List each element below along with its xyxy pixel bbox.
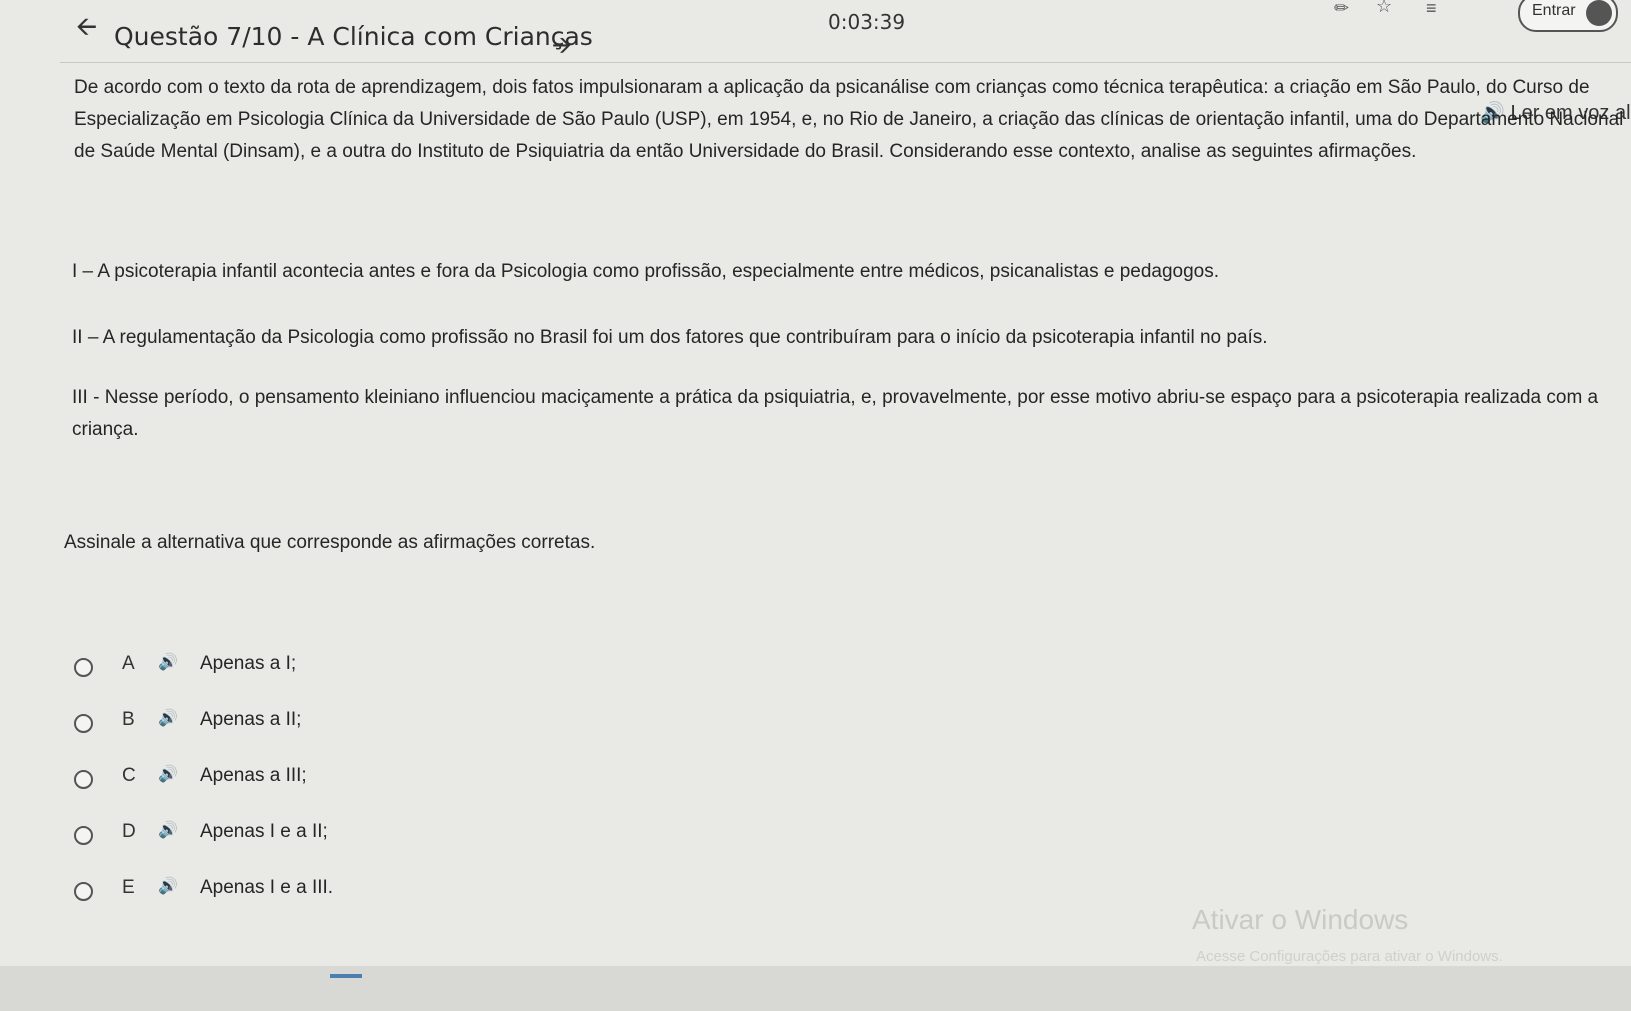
speaker-icon[interactable]: 🔊: [158, 876, 178, 896]
option-text: Apenas a III;: [200, 765, 307, 786]
login-label: Entrar: [1532, 2, 1576, 19]
radio-button[interactable]: [74, 882, 93, 901]
windows-watermark-subtitle: Acesse Configurações para ativar o Windo…: [1196, 948, 1503, 965]
question-text: De acordo com o texto da rota de aprendi…: [74, 77, 1624, 162]
option-letter: B: [122, 709, 135, 730]
question-prompt: Assinale a alternativa que corresponde a…: [64, 532, 596, 553]
radio-button[interactable]: [74, 826, 93, 845]
page-title: Questão 7/10 - A Clínica com Crianças: [114, 22, 593, 51]
arrow-left-icon[interactable]: 🡨: [76, 8, 97, 52]
statement-2: II – A regulamentação da Psicologia como…: [72, 327, 1268, 348]
speaker-icon[interactable]: 🔊: [158, 764, 178, 784]
pen-icon[interactable]: ✏: [1334, 0, 1349, 19]
option-letter: A: [122, 653, 135, 674]
option-letter: E: [122, 877, 135, 898]
timer: 0:03:39: [828, 10, 906, 34]
speaker-icon[interactable]: 🔊: [158, 820, 178, 840]
option-text: Apenas a II;: [200, 709, 302, 730]
option-a[interactable]: A 🔊 Apenas a I;: [60, 650, 340, 694]
taskbar-active-indicator: [330, 974, 362, 978]
option-text: Apenas I e a II;: [200, 821, 328, 842]
login-button[interactable]: Entrar: [1518, 0, 1618, 32]
favorites-icon[interactable]: ≡: [1426, 0, 1437, 19]
option-e[interactable]: E 🔊 Apenas I e a III.: [60, 874, 340, 918]
speaker-icon[interactable]: 🔊: [158, 652, 178, 672]
option-d[interactable]: D 🔊 Apenas I e a II;: [60, 818, 340, 862]
radio-button[interactable]: [74, 714, 93, 733]
avatar-icon: [1586, 0, 1612, 26]
option-b[interactable]: B 🔊 Apenas a II;: [60, 706, 340, 750]
statement-1: I – A psicoterapia infantil acontecia an…: [72, 261, 1220, 282]
windows-watermark-title: Ativar o Windows: [1192, 904, 1409, 935]
radio-button[interactable]: [74, 658, 93, 677]
option-text: Apenas I e a III.: [200, 877, 334, 898]
option-c[interactable]: C 🔊 Apenas a III;: [60, 762, 340, 806]
option-text: Apenas a I;: [200, 653, 297, 674]
header-divider: [60, 62, 1631, 63]
option-letter: D: [122, 821, 136, 842]
statement-3: III - Nesse período, o pensamento kleini…: [72, 387, 1599, 440]
taskbar: [0, 966, 1631, 1011]
star-icon[interactable]: ☆: [1376, 0, 1392, 17]
option-letter: C: [122, 765, 136, 786]
speaker-icon[interactable]: 🔊: [158, 708, 178, 728]
top-bar: 🡨 Questão 7/10 - A Clínica com Crianças …: [0, 0, 1631, 62]
radio-button[interactable]: [74, 770, 93, 789]
